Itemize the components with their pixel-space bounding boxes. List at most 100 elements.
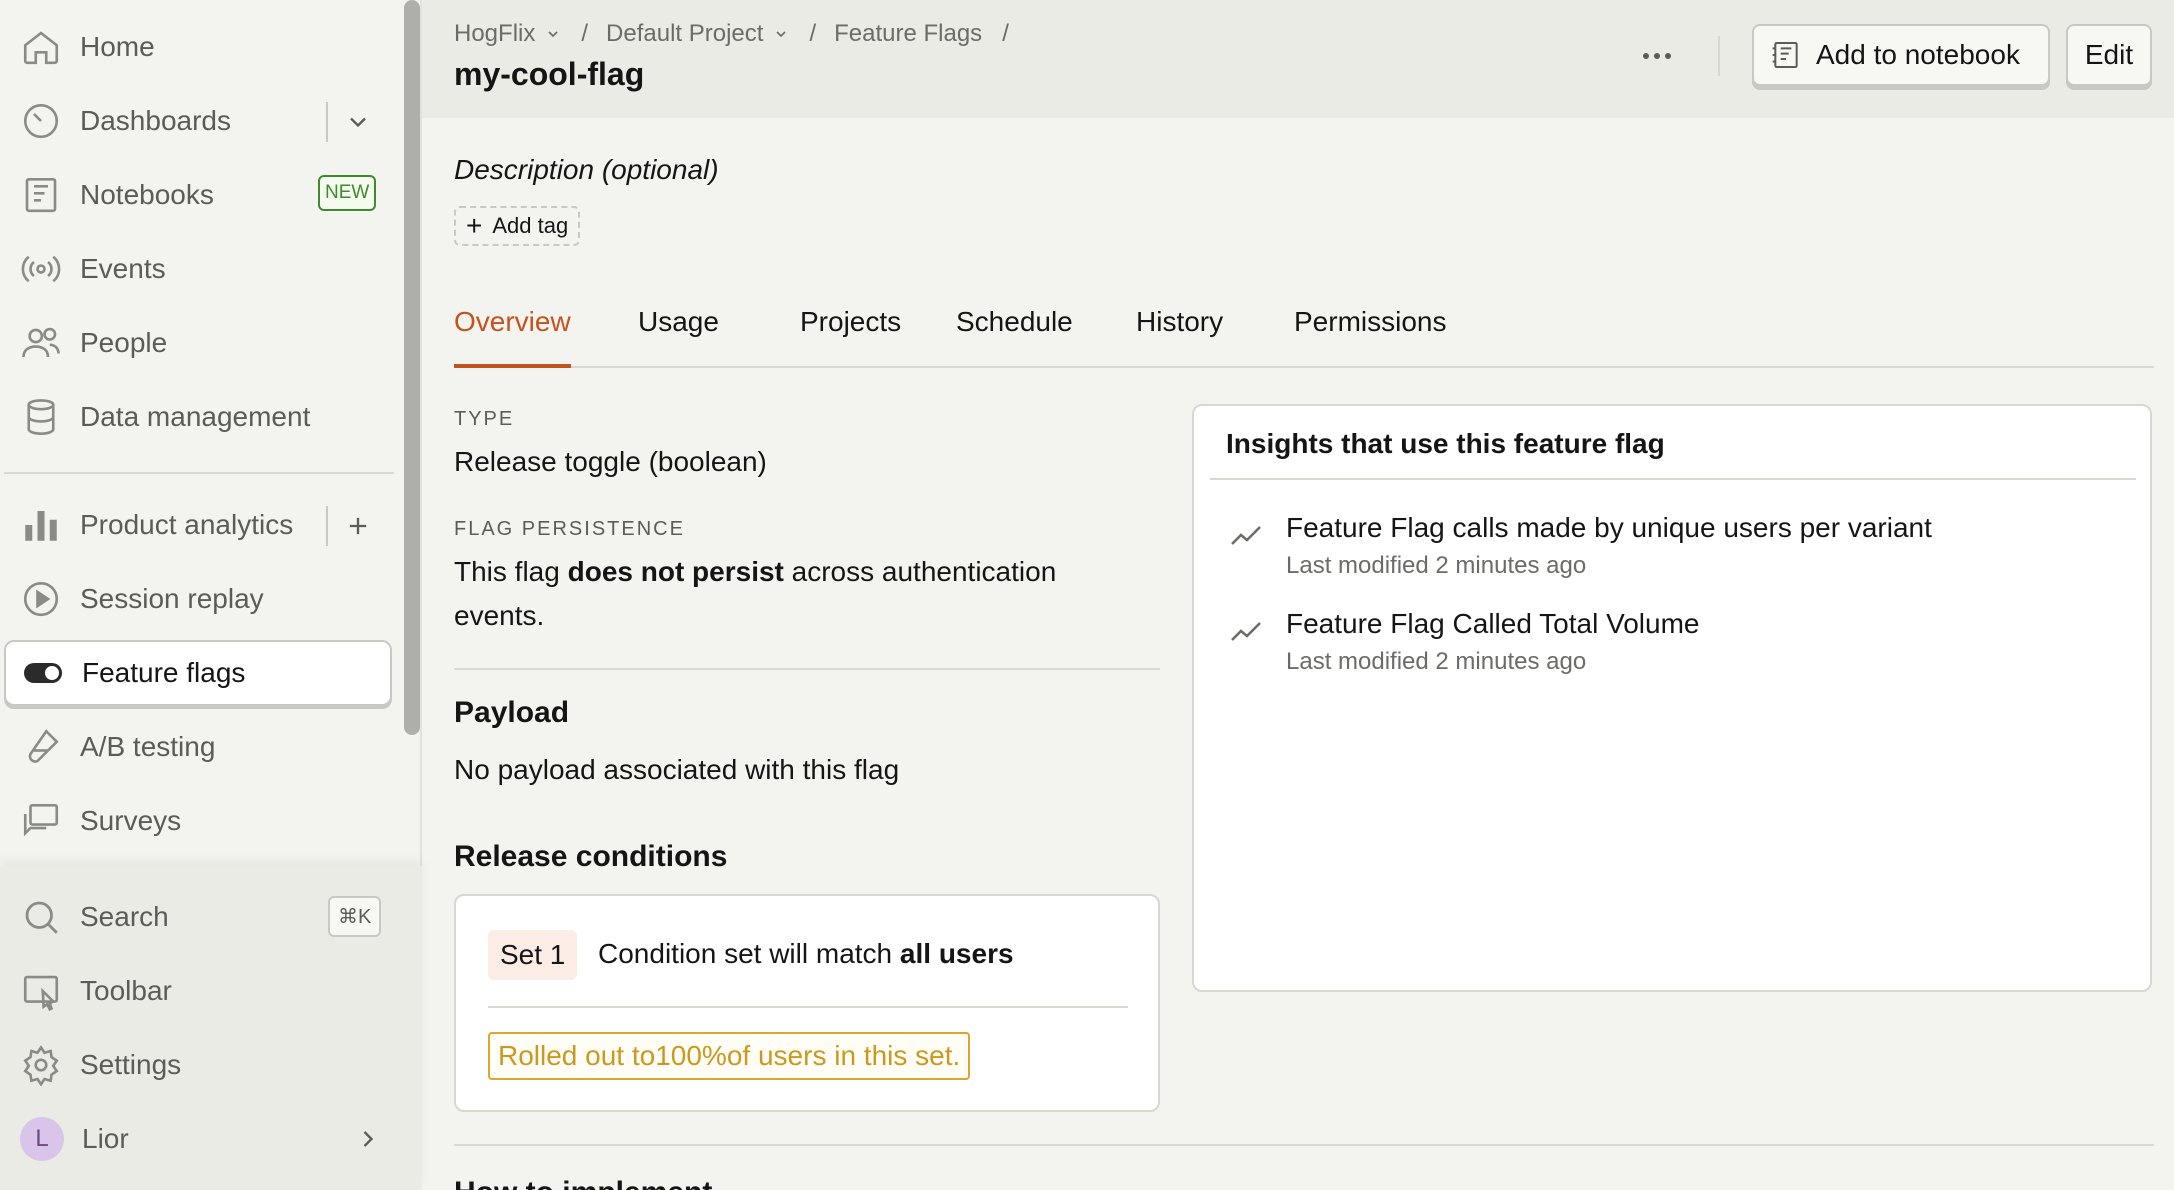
add-tag-button[interactable]: + Add tag: [454, 206, 581, 246]
chevron-right-icon: [354, 1125, 382, 1153]
database-icon: [20, 396, 62, 438]
events-icon: [20, 248, 62, 290]
type-label: TYPE: [454, 408, 515, 430]
button-label: Add to notebook: [1816, 39, 2020, 70]
breadcrumb-separator: /: [809, 20, 817, 47]
breadcrumb-label: HogFlix: [454, 20, 536, 47]
tab-projects[interactable]: Projects: [800, 306, 901, 368]
sidebar-item-dashboards[interactable]: Dashboards: [4, 88, 392, 154]
sidebar: Home Dashboards Notebooks NEW Events Peo…: [0, 0, 422, 1190]
sidebar-item-label: Surveys: [80, 805, 182, 836]
sidebar-item-user[interactable]: L Lior: [4, 1106, 392, 1172]
sidebar-divider: [4, 472, 394, 474]
sidebar-item-events[interactable]: Events: [4, 236, 392, 302]
implementation-heading: How to implement: [454, 1176, 712, 1190]
sidebar-item-label: Settings: [80, 1049, 182, 1080]
button-label: Edit: [2084, 39, 2134, 70]
tab-schedule[interactable]: Schedule: [956, 306, 1073, 368]
insights-card: Insights that use this feature flag Feat…: [1192, 404, 2152, 992]
avatar: L: [20, 1117, 64, 1161]
chevron-down-icon: [548, 31, 558, 38]
sidebar-item-feature-flags[interactable]: Feature flags: [4, 640, 392, 706]
flask-icon: [20, 726, 62, 768]
bar-chart-icon: [20, 504, 62, 546]
divider: [1210, 478, 2136, 480]
text-bold: does not persist: [567, 556, 784, 587]
sidebar-item-label: Dashboards: [80, 105, 231, 136]
sidebar-item-label: Events: [80, 253, 166, 284]
sidebar-item-label: Home: [80, 31, 155, 62]
tab-usage[interactable]: Usage: [638, 306, 719, 368]
chevron-down-icon: [776, 31, 787, 38]
breadcrumb-default-project[interactable]: Default Project: [606, 20, 789, 48]
notebook-icon: [20, 174, 62, 216]
toolbar-icon: [20, 970, 62, 1012]
home-icon: [20, 26, 62, 68]
payload-text: No payload associated with this flag: [454, 754, 900, 785]
sidebar-item-settings[interactable]: Settings: [4, 1032, 392, 1098]
sidebar-item-product-analytics[interactable]: Product analytics: [4, 492, 392, 558]
breadcrumb-feature-flags[interactable]: Feature Flags: [834, 20, 982, 48]
divider: [454, 1144, 2154, 1146]
keyboard-shortcut: ⌘K: [328, 896, 382, 937]
breadcrumb-label: Default Project: [606, 20, 764, 47]
insight-meta: Last modified 2 minutes ago: [1286, 552, 1587, 579]
sidebar-item-label: Feature flags: [82, 657, 246, 688]
sidebar-item-data-management[interactable]: Data management: [4, 384, 392, 450]
search-icon: [20, 896, 62, 938]
set-label: Set 1: [488, 930, 578, 980]
divider: [326, 102, 328, 142]
payload-heading: Payload: [454, 696, 570, 729]
divider: [488, 1006, 1128, 1008]
sidebar-item-label: Toolbar: [80, 975, 172, 1006]
tab-history[interactable]: History: [1136, 306, 1223, 368]
type-value: Release toggle (boolean): [454, 446, 767, 477]
sidebar-item-label: A/B testing: [80, 731, 216, 762]
trend-icon: [1231, 526, 1261, 545]
sidebar-scrollbar[interactable]: [404, 0, 420, 735]
tab-permissions[interactable]: Permissions: [1294, 306, 1446, 368]
sidebar-item-surveys[interactable]: Surveys: [4, 788, 392, 854]
breadcrumb-label: Feature Flags: [834, 20, 983, 47]
condition-text: Condition set will match all users: [598, 938, 1014, 970]
rollout-percent: 100%: [655, 1040, 727, 1071]
tab-overview[interactable]: Overview: [454, 306, 571, 368]
survey-icon: [20, 800, 62, 842]
trend-icon: [1231, 622, 1261, 641]
tab-bar: Overview Usage Projects Schedule History…: [454, 306, 2154, 368]
main-content: Description (optional) + Add tag Overvie…: [422, 118, 2174, 1190]
text-bold: all users: [899, 938, 1014, 969]
button-label: Add tag: [492, 213, 569, 238]
insight-name[interactable]: Feature Flag calls made by unique users …: [1286, 512, 1932, 544]
sidebar-item-label: Data management: [80, 401, 311, 432]
condition-set-card: Set 1 Condition set will match all users…: [454, 894, 1160, 1112]
people-icon: [20, 322, 62, 364]
notebook-icon: [1772, 42, 1798, 68]
sidebar-item-label: People: [80, 327, 168, 358]
flag-persistence-label: FLAG PERSISTENCE: [454, 518, 685, 540]
rollout-notice: Rolled out to 100% of users in this set.: [488, 1032, 971, 1080]
chevron-down-icon[interactable]: [344, 108, 372, 136]
flag-persistence-value: This flag does not persist across authen…: [454, 550, 1154, 638]
edit-button[interactable]: Edit: [2066, 24, 2152, 86]
sidebar-item-home[interactable]: Home: [4, 14, 392, 80]
sidebar-item-toolbar[interactable]: Toolbar: [4, 958, 392, 1024]
breadcrumb-separator: /: [1002, 20, 1009, 47]
sidebar-item-people[interactable]: People: [4, 310, 392, 376]
sidebar-item-label: Search: [80, 901, 169, 932]
plus-icon[interactable]: [344, 512, 372, 540]
plus-icon: +: [466, 210, 483, 241]
sidebar-item-label: Product analytics: [80, 509, 294, 540]
sidebar-item-ab-testing[interactable]: A/B testing: [4, 714, 392, 780]
insight-name[interactable]: Feature Flag Called Total Volume: [1286, 608, 1700, 640]
text-segment: This flag: [454, 556, 568, 587]
description-field[interactable]: Description (optional): [454, 154, 719, 186]
more-options-icon[interactable]: [1632, 36, 1682, 76]
text-segment: Rolled out to: [498, 1040, 656, 1071]
divider: [1718, 36, 1720, 76]
add-to-notebook-button[interactable]: Add to notebook: [1752, 24, 2050, 86]
breadcrumb-hogflix[interactable]: HogFlix: [454, 20, 561, 48]
text-segment: Condition set will match: [598, 938, 900, 969]
sidebar-item-session-replay[interactable]: Session replay: [4, 566, 392, 632]
breadcrumb-separator: /: [581, 20, 589, 47]
